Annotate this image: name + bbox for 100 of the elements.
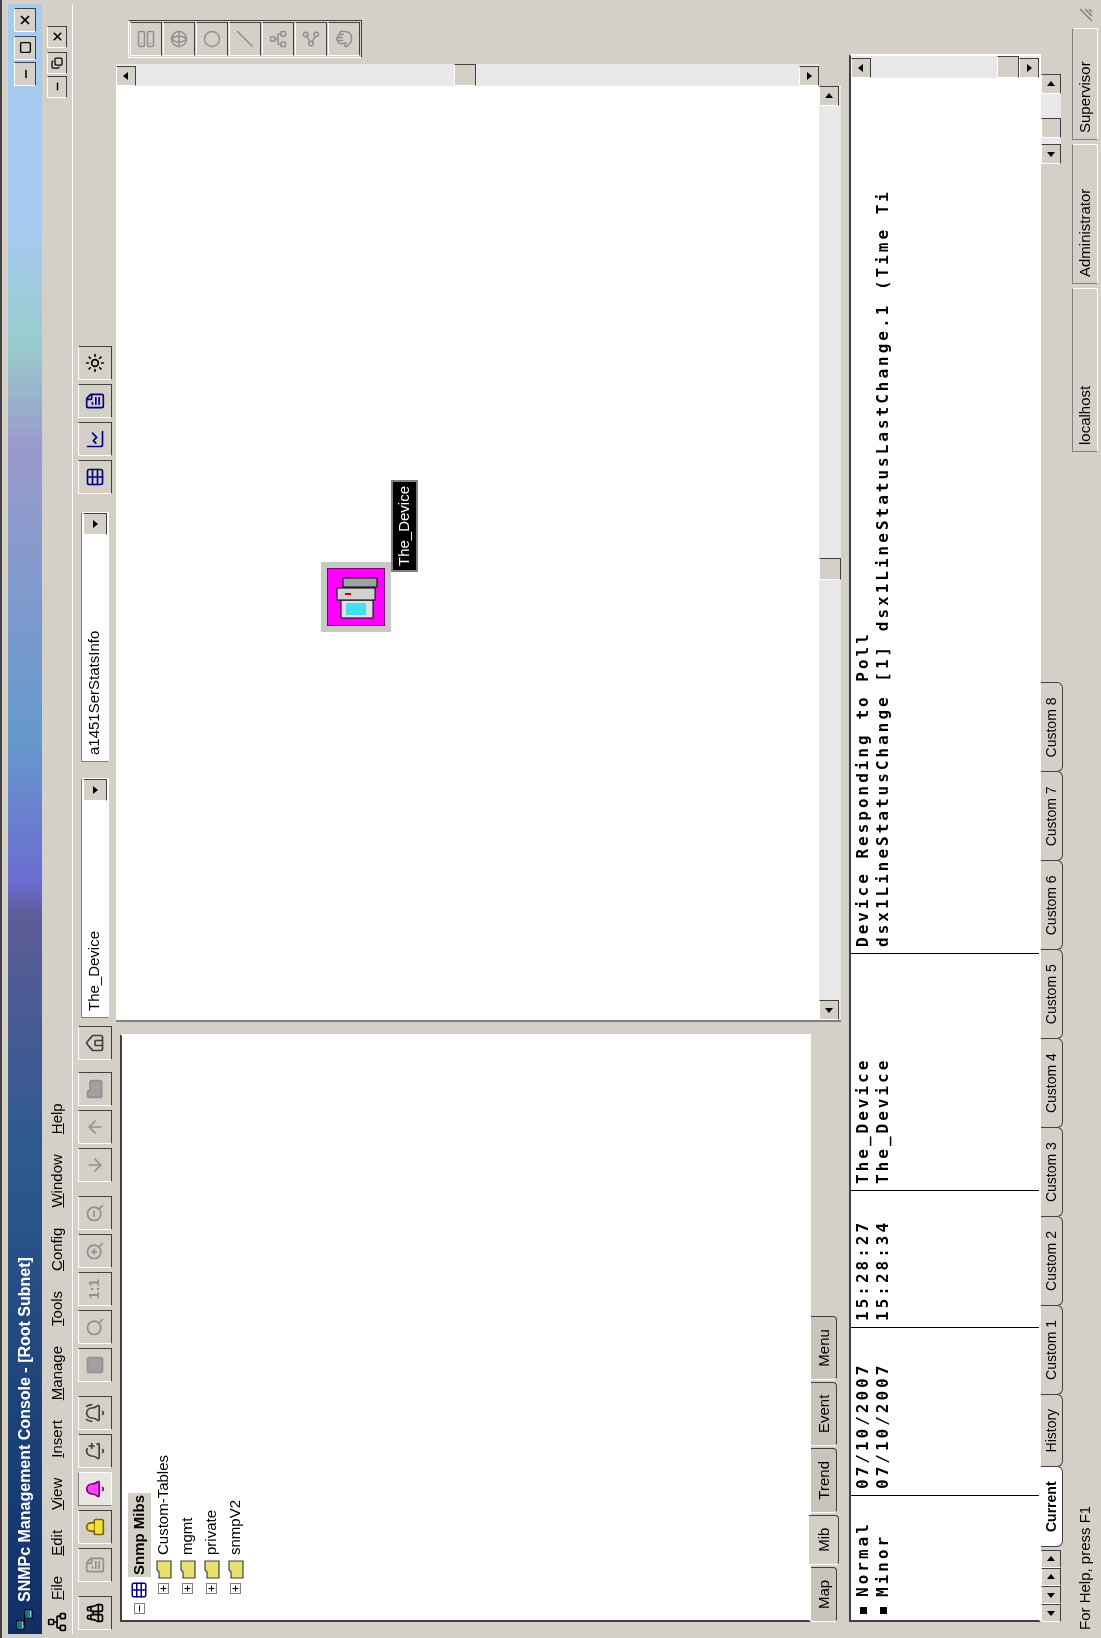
map-tool-button[interactable] — [262, 22, 294, 56]
scroll-thumb[interactable] — [454, 64, 476, 86]
chart-button[interactable] — [77, 422, 112, 456]
close-button[interactable] — [47, 26, 67, 48]
device-dropdown[interactable]: The_Device — [80, 778, 109, 1018]
expand-icon[interactable] — [182, 1583, 193, 1594]
map-tool-button[interactable] — [295, 22, 327, 56]
table-icon — [84, 467, 105, 487]
size-grip-icon[interactable] — [1077, 8, 1093, 24]
table-cell: dsx1LineStatusChange [1] dsx1LineStatusLastChange.1 (Time Ti — [873, 189, 894, 947]
arrow-icon — [1046, 79, 1057, 89]
minimize-button[interactable] — [14, 62, 36, 86]
node-label: The_Device — [391, 479, 418, 572]
zoom-out-button[interactable] — [77, 1196, 112, 1230]
home-button[interactable] — [77, 1026, 112, 1060]
circle-icon — [203, 30, 221, 48]
pane-tab[interactable]: Map — [811, 1566, 838, 1622]
tree-item[interactable]: mgmt — [176, 1517, 199, 1555]
table-cell: Minor — [873, 1533, 894, 1597]
pane-tab[interactable]: Menu — [811, 1316, 838, 1380]
report-button[interactable] — [77, 384, 112, 418]
expand-icon[interactable] — [158, 1583, 169, 1594]
menu-item[interactable]: Config — [45, 1219, 69, 1279]
tree-item[interactable]: private — [200, 1509, 223, 1555]
table-button[interactable] — [77, 460, 112, 494]
vertical-scrollbar[interactable] — [116, 64, 820, 86]
arrow-icon — [824, 1005, 835, 1015]
maximize-button[interactable] — [14, 36, 36, 60]
horizontal-scrollbar[interactable] — [819, 86, 842, 1020]
mib-dropdown[interactable]: a1451SerStatsInfo — [80, 512, 109, 762]
arrow-icon — [121, 71, 131, 81]
zoom-in-button[interactable] — [77, 1234, 112, 1268]
vertical-scrollbar[interactable] — [851, 56, 1040, 78]
horizontal-scrollbar[interactable] — [1041, 74, 1062, 164]
restore-icon — [51, 57, 63, 69]
globe-icon — [170, 30, 188, 48]
pane-tab[interactable]: Event — [811, 1381, 838, 1446]
restore-button[interactable] — [47, 52, 67, 74]
zoom-in-icon — [84, 1241, 105, 1261]
folder-icon — [202, 1559, 221, 1579]
scroll-left-button[interactable] — [1041, 144, 1062, 164]
expand-icon[interactable] — [230, 1583, 241, 1594]
menu-item[interactable]: Manage — [45, 1337, 69, 1409]
table-cell: 07/10/2007 — [873, 1362, 894, 1489]
scroll-thumb[interactable] — [819, 558, 842, 580]
app-icon — [15, 1608, 35, 1630]
scroll-thumb[interactable] — [997, 56, 1020, 78]
scroll-thumb[interactable] — [1041, 118, 1062, 138]
map-tool-button[interactable] — [229, 22, 261, 56]
expand-icon[interactable] — [206, 1583, 217, 1594]
menu-item[interactable]: View — [45, 1469, 69, 1518]
close-icon — [50, 30, 64, 44]
collapse-icon[interactable] — [133, 1603, 145, 1614]
scroll-down-button[interactable] — [1019, 58, 1040, 78]
search-button[interactable] — [77, 1310, 112, 1344]
tab-scroll-button[interactable] — [1041, 1604, 1062, 1622]
menu-item[interactable]: Edit — [45, 1521, 69, 1564]
arrow-icon — [1046, 149, 1057, 159]
scroll-down-button[interactable] — [799, 66, 820, 86]
close-button[interactable] — [14, 8, 36, 32]
status-panel: localhost — [1072, 288, 1098, 452]
line-icon — [236, 30, 254, 48]
scroll-right-button[interactable] — [1041, 74, 1062, 94]
arrow-icon — [1046, 1590, 1057, 1600]
scroll-right-button[interactable] — [819, 86, 840, 106]
map-tool-button[interactable] — [130, 22, 162, 56]
lock-icon — [84, 1517, 105, 1537]
status-panel: Administrator — [1072, 144, 1098, 284]
minimize-button[interactable] — [47, 76, 67, 98]
tab-scroll-button[interactable] — [1041, 1568, 1062, 1586]
tab-scroll-button[interactable] — [1041, 1586, 1062, 1604]
menu-item[interactable]: Window — [45, 1146, 69, 1216]
menu-item[interactable]: Insert — [45, 1412, 69, 1466]
menu-item[interactable]: Tools — [45, 1282, 69, 1334]
toolbar-button[interactable] — [77, 1472, 112, 1506]
map-tool-button[interactable] — [328, 22, 360, 56]
menu-item[interactable]: Help — [45, 1095, 69, 1143]
tree-item[interactable]: snmpV2 — [224, 1499, 247, 1555]
folder-icon — [84, 1079, 105, 1099]
tab-scroll-button[interactable] — [1041, 1550, 1062, 1568]
map-tool-button[interactable] — [163, 22, 195, 56]
binoculars-icon — [84, 1603, 105, 1623]
pane-tab[interactable]: Mib — [809, 1514, 840, 1565]
scroll-up-button[interactable] — [851, 58, 872, 78]
table-cell: 15:28:27 — [853, 1219, 874, 1321]
log-tab[interactable]: Current — [1041, 1466, 1064, 1547]
menu-item[interactable]: File — [45, 1567, 69, 1608]
map-tool-button[interactable] — [196, 22, 228, 56]
tree-item[interactable]: Custom-Tables — [152, 1454, 175, 1555]
pane-tab[interactable]: Trend — [811, 1448, 838, 1513]
sun-icon — [84, 353, 105, 373]
computer-icon — [327, 568, 385, 626]
find-button[interactable] — [77, 1596, 112, 1630]
tree-item[interactable]: Snmp Mibs — [128, 1493, 151, 1577]
arrow-icon — [824, 91, 835, 101]
log-tab[interactable]: Custom 8 — [1041, 682, 1064, 773]
device-node[interactable] — [321, 562, 391, 632]
chart-icon — [84, 429, 105, 449]
scroll-up-button[interactable] — [116, 66, 136, 86]
scroll-left-button[interactable] — [819, 1000, 840, 1020]
